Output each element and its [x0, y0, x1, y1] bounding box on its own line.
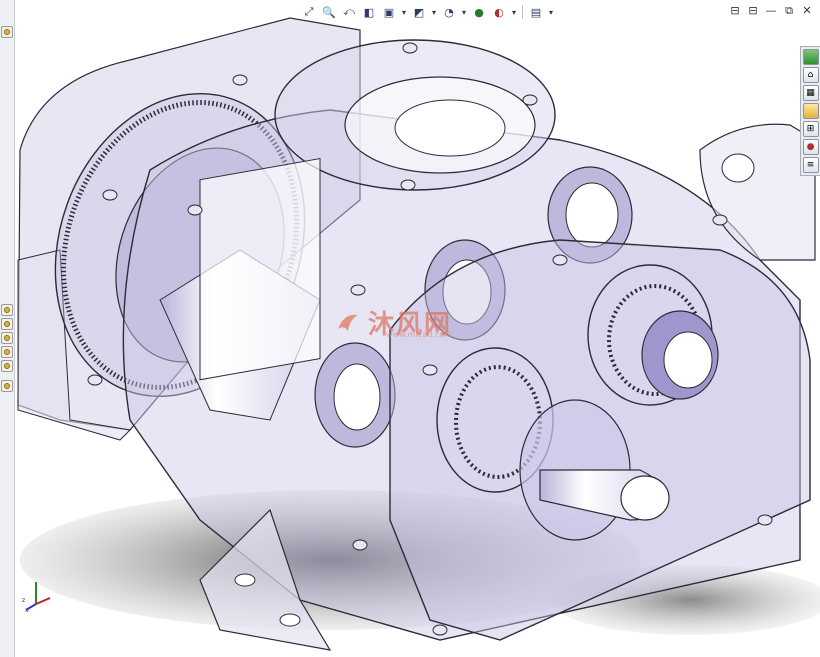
view-orientation-icon[interactable]: ▣: [380, 3, 398, 21]
chevron-down-icon[interactable]: ▾: [430, 3, 438, 21]
zoom-to-fit-icon[interactable]: ⤢: [300, 3, 318, 21]
custom-properties-icon[interactable]: ≡: [802, 157, 819, 173]
shaft-upper-end: [663, 331, 713, 389]
solidworks-resources-icon[interactable]: [802, 49, 819, 65]
configuration-icon[interactable]: [1, 26, 13, 38]
output-shaft-end: [620, 475, 670, 521]
graphics-area[interactable]: 沐风网 www.mfcad.com ⤢ 🔍 ⤺ ◧ ▣ ▾ ◩ ▾ ◔ ▾ ● …: [0, 0, 820, 657]
home-icon[interactable]: ⌂: [802, 67, 819, 83]
chevron-down-icon[interactable]: ▾: [547, 3, 555, 21]
section-view-icon[interactable]: ◧: [360, 3, 378, 21]
zoom-area-icon[interactable]: 🔍: [320, 3, 338, 21]
mate-icon-6[interactable]: [1, 380, 13, 392]
file-explorer-icon[interactable]: [802, 103, 819, 119]
design-library-icon[interactable]: ▦: [802, 85, 819, 101]
mate-icon[interactable]: [1, 304, 13, 316]
display-style-icon[interactable]: ◩: [410, 3, 428, 21]
close-icon[interactable]: ✕: [800, 4, 814, 18]
toolbar-divider: [522, 5, 523, 19]
mate-icon-3[interactable]: [1, 332, 13, 344]
view-palette-icon[interactable]: ⊞: [802, 121, 819, 137]
window-controls: ⊟ ⊟ — ⧉ ✕: [728, 4, 814, 18]
previous-view-icon[interactable]: ⤺: [340, 3, 358, 21]
rotor-body: [199, 157, 321, 381]
hide-show-items-icon[interactable]: ◔: [440, 3, 458, 21]
base-bolt-hole-2: [279, 613, 301, 627]
chevron-down-icon[interactable]: ▾: [460, 3, 468, 21]
svg-text:x: x: [25, 607, 29, 612]
bore-lower-inner: [333, 363, 381, 431]
chevron-down-icon[interactable]: ▾: [510, 3, 518, 21]
heads-up-view-toolbar: ⤢ 🔍 ⤺ ◧ ▣ ▾ ◩ ▾ ◔ ▾ ● ◐ ▾ ▤ ▾: [300, 2, 555, 22]
mate-icon-2[interactable]: [1, 318, 13, 330]
view-settings-icon[interactable]: ▤: [527, 3, 545, 21]
minimize-icon[interactable]: —: [764, 4, 778, 18]
mate-icon-4[interactable]: [1, 346, 13, 358]
axis-triad-icon: z x: [22, 582, 51, 612]
appearances-icon[interactable]: ●: [802, 139, 819, 155]
apply-scene-icon[interactable]: ◐: [490, 3, 508, 21]
edit-appearance-icon[interactable]: ●: [470, 3, 488, 21]
task-pane-tabs: ⌂ ▦ ⊞ ● ≡: [800, 46, 820, 176]
mate-icon-5[interactable]: [1, 360, 13, 372]
watermark-url: www.mfcad.com: [386, 330, 453, 339]
svg-text:z: z: [22, 597, 25, 604]
watermark-logo-icon: [338, 314, 358, 331]
split-vertical-icon[interactable]: ⊟: [746, 4, 760, 18]
inlet-bore-inner: [394, 99, 506, 157]
split-horizontal-icon[interactable]: ⊟: [728, 4, 742, 18]
bracket-hole: [721, 153, 755, 183]
chevron-down-icon[interactable]: ▾: [400, 3, 408, 21]
base-bolt-hole: [234, 573, 256, 587]
restore-icon[interactable]: ⧉: [782, 4, 796, 18]
bore-upper-inner: [565, 182, 619, 248]
left-feature-strip: [0, 0, 15, 657]
